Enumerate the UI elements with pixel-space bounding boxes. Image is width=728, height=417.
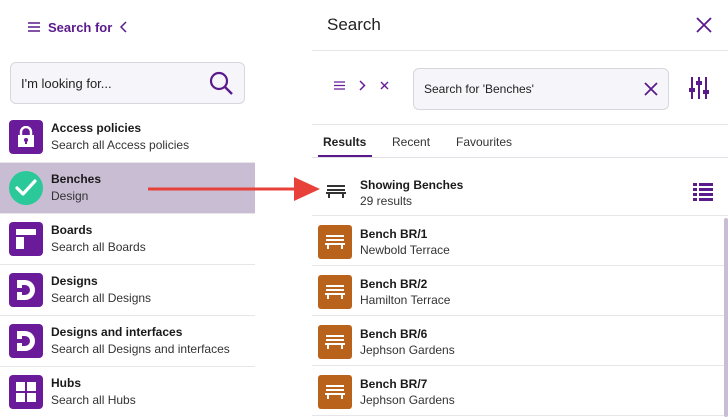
result-title: Bench BR/6 [360, 327, 428, 341]
lock-icon [9, 120, 43, 154]
filter-icon[interactable] [688, 76, 710, 100]
tab-results[interactable]: Results [323, 135, 366, 149]
search-input-value: Search for 'Benches' [424, 82, 534, 96]
divider [312, 50, 728, 51]
list-item-title: Designs and interfaces [51, 325, 183, 339]
chevron-right-icon[interactable] [359, 80, 366, 91]
bench-icon [326, 185, 346, 198]
design-icon [9, 273, 43, 307]
right-panel: Search Search for 'Benches' Results Rece… [312, 0, 728, 417]
bench-icon [318, 275, 352, 309]
menu-icon[interactable] [334, 81, 345, 90]
result-item[interactable]: Bench BR/6 Jephson Gardens [312, 316, 724, 366]
result-title: Bench BR/2 [360, 277, 428, 291]
tab-recent[interactable]: Recent [392, 135, 430, 149]
list-view-icon[interactable] [692, 181, 714, 203]
bench-icon [318, 225, 352, 259]
list-item-boards[interactable]: Boards Search all Boards [0, 214, 255, 265]
left-header[interactable]: Search for [28, 16, 128, 38]
result-title: Bench BR/1 [360, 227, 428, 241]
active-tab-indicator [318, 155, 372, 157]
left-search-placeholder: I'm looking for... [21, 75, 112, 91]
list-item-subtitle: Search all Hubs [51, 393, 136, 407]
board-icon [9, 222, 43, 256]
list-item-title: Benches [51, 172, 102, 186]
clear-filter-icon[interactable] [380, 81, 389, 90]
list-item-designs-and-interfaces[interactable]: Designs and interfaces Search all Design… [0, 316, 255, 367]
list-item-designs[interactable]: Designs Search all Designs [0, 265, 255, 316]
left-panel: Search for I'm looking for... Access pol… [0, 0, 255, 417]
menu-icon [28, 22, 40, 32]
list-item-subtitle: Search all Access policies [51, 138, 190, 152]
panel-title: Search [327, 15, 381, 34]
grid-icon [9, 375, 43, 409]
result-subtitle: Jephson Gardens [360, 343, 455, 357]
result-item[interactable]: Bench BR/1 Newbold Terrace [312, 216, 724, 266]
results-summary: Showing Benches 29 results [312, 160, 728, 216]
result-item[interactable]: Bench BR/7 Jephson Gardens [312, 366, 724, 416]
result-subtitle: Hamilton Terrace [360, 293, 451, 307]
bench-icon [318, 375, 352, 409]
list-item-hubs[interactable]: Hubs Search all Hubs [0, 367, 255, 417]
results-count: 29 results [360, 194, 413, 208]
result-subtitle: Newbold Terrace [360, 243, 450, 257]
tab-bar: Results Recent Favourites [312, 126, 728, 158]
list-item-title: Designs [51, 274, 98, 288]
left-header-title: Search for [48, 19, 113, 35]
design-icon [9, 324, 43, 358]
check-icon [9, 171, 43, 205]
list-item-subtitle: Search all Designs and interfaces [51, 342, 230, 356]
chevron-left-icon[interactable] [120, 21, 128, 33]
list-item-subtitle: Search all Boards [51, 240, 146, 254]
breadcrumb [334, 80, 389, 91]
result-subtitle: Jephson Gardens [360, 393, 455, 407]
bench-icon [318, 325, 352, 359]
list-item-title: Boards [51, 223, 93, 237]
result-item[interactable]: Bench BR/2 Hamilton Terrace [312, 266, 724, 316]
list-item-title: Access policies [51, 121, 142, 135]
left-search-input[interactable]: I'm looking for... [10, 62, 245, 104]
list-item-subtitle: Design [51, 189, 89, 203]
annotation-arrow-icon [148, 177, 320, 201]
list-item-access-policies[interactable]: Access policies Search all Access polici… [0, 112, 255, 163]
divider [312, 124, 728, 125]
scrollbar[interactable] [724, 218, 728, 417]
search-category-list: Access policies Search all Access polici… [0, 112, 255, 417]
results-title: Showing Benches [360, 178, 464, 192]
list-item-subtitle: Search all Designs [51, 291, 152, 305]
search-input[interactable]: Search for 'Benches' [413, 68, 669, 110]
list-item-title: Hubs [51, 376, 81, 390]
tab-favourites[interactable]: Favourites [456, 135, 512, 149]
close-icon[interactable] [695, 16, 713, 34]
clear-icon[interactable] [644, 82, 658, 96]
results-list: Bench BR/1 Newbold Terrace Bench BR/2 Ha… [312, 216, 724, 416]
result-title: Bench BR/7 [360, 377, 428, 391]
search-icon[interactable] [208, 70, 234, 96]
